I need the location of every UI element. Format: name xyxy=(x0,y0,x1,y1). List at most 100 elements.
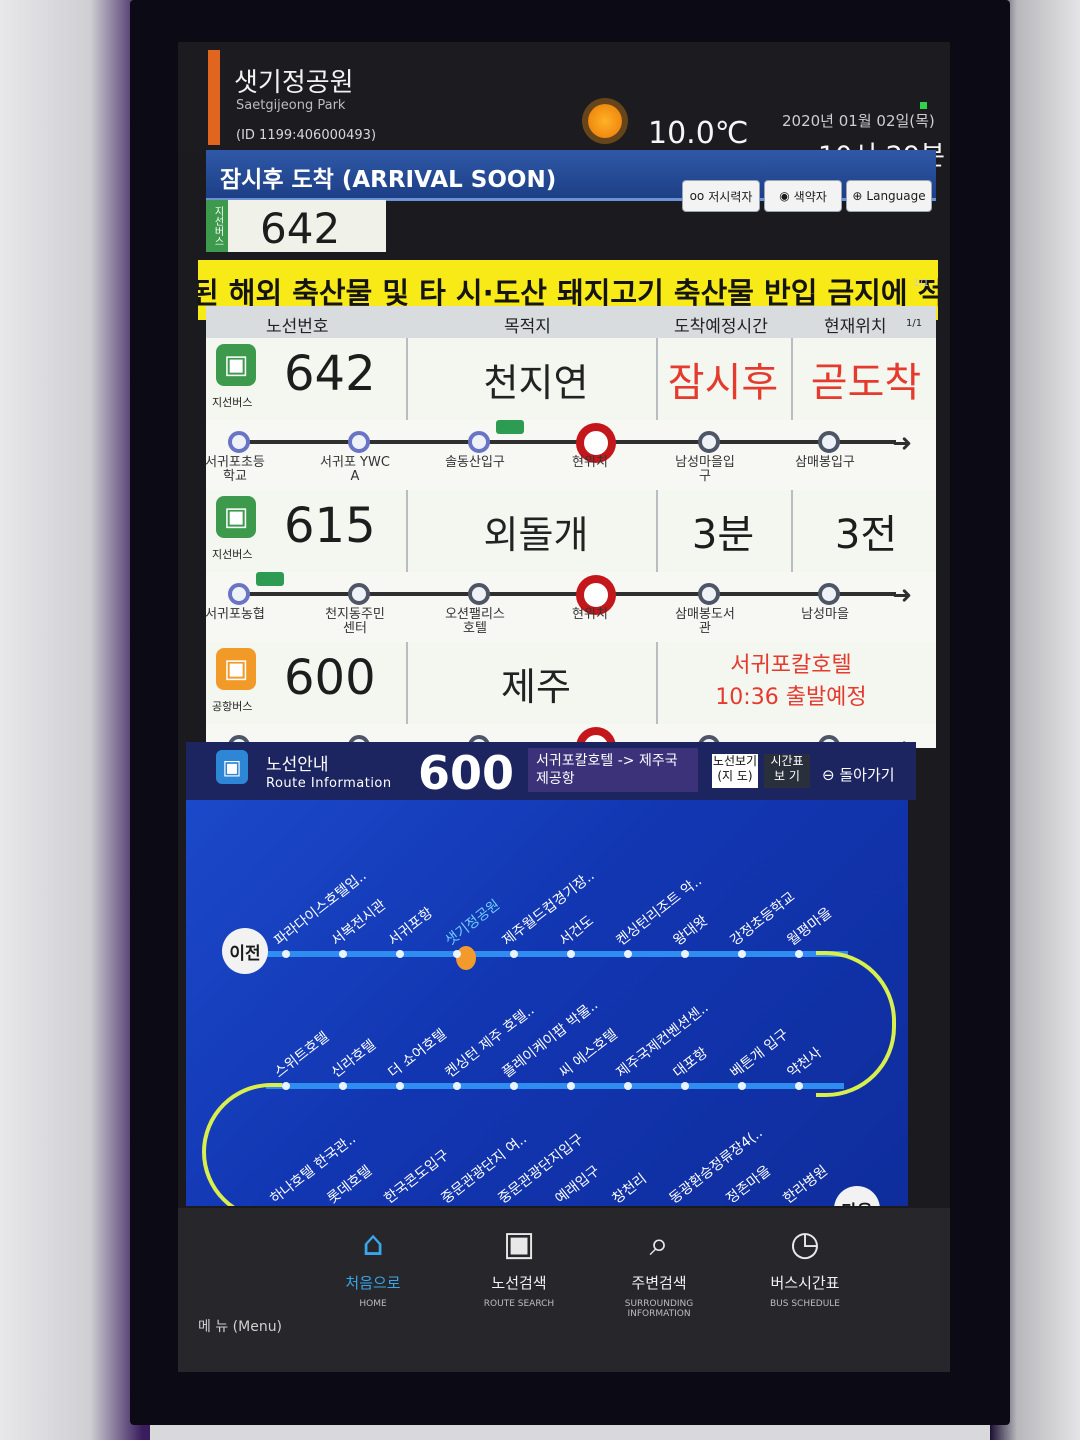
map-stop-label[interactable]: 롯데호텔 xyxy=(323,1161,376,1206)
map-stop-label[interactable]: 정존마을 xyxy=(722,1161,775,1206)
next-button[interactable]: 다음 xyxy=(834,1186,880,1206)
map-stop-label[interactable]: 스위트호텔 xyxy=(270,1027,333,1082)
route-direction: 서귀포칼호텔 -> 제주국제공항 xyxy=(528,748,698,792)
bus-icon: ▣ xyxy=(502,1224,536,1264)
current-position: 곧도착 xyxy=(810,360,922,406)
col-position: 현재위치 xyxy=(824,317,887,337)
stop-label: 남성마을 xyxy=(801,607,849,622)
eta: 3분 xyxy=(691,512,755,558)
back-arrow-icon: ⊖ xyxy=(822,766,835,784)
nav-label: 처음으로 xyxy=(345,1274,401,1292)
bus-icon: ▣ xyxy=(216,496,256,538)
stop-label: 현위치 xyxy=(572,455,608,470)
table-header: 노선번호 목적지 도착예정시간 현재위치 1/1 xyxy=(206,306,936,338)
route-line xyxy=(248,951,848,957)
bus-location-icon xyxy=(496,420,524,434)
stop-marker xyxy=(348,431,370,453)
table-row[interactable]: ▣ 지선버스 615 외돌개 3분 3전 xyxy=(206,490,936,574)
col-destination: 목적지 xyxy=(504,317,551,337)
arrival-soon-title: 잠시후 도착 (ARRIVAL SOON) xyxy=(220,167,557,193)
stop-label: 천지동주민 센터 xyxy=(325,607,385,636)
glasses-icon: oo xyxy=(689,189,705,203)
map-stop-label[interactable]: 베튼개 입구 xyxy=(726,1024,793,1082)
map-stop-marker xyxy=(795,950,803,958)
map-stop-marker xyxy=(738,1082,746,1090)
map-stop-label[interactable]: 한라병원 xyxy=(779,1161,832,1206)
map-stop-label[interactable]: 월평마을 xyxy=(783,903,836,950)
low-vision-label: 저시력자 xyxy=(708,189,753,204)
route-stops-642: ➜ 서귀포초등 학교 서귀포 YWC A 솔동산입구 현위치 남성마을입 구 삼… xyxy=(205,420,936,490)
stop-label: 현위치 xyxy=(572,607,608,622)
language-label: Language xyxy=(866,189,926,203)
ticker-page: 1/1 xyxy=(913,278,930,289)
route-map-button[interactable]: 노선보기 (지 도) xyxy=(712,754,758,788)
map-stop-marker xyxy=(624,1082,632,1090)
bus-type: 지선버스 xyxy=(212,396,253,409)
map-stop-marker xyxy=(795,1082,803,1090)
route-info-header: ▣ 노선안내 Route Information 600 서귀포칼호텔 -> 제… xyxy=(186,742,916,800)
eta-line: 서귀포칼호텔 xyxy=(730,653,852,678)
map-stop-label[interactable]: 왕대왓 xyxy=(669,910,712,950)
search-icon: ⌕ xyxy=(649,1224,669,1264)
destination: 제주 xyxy=(501,665,571,709)
date: 2020년 01월 02일(목) xyxy=(782,112,935,130)
stop-label: 삼매봉입구 xyxy=(795,455,855,470)
eta-line: 10:36 출발예정 xyxy=(715,685,867,710)
prev-button[interactable]: 이전 xyxy=(222,928,268,974)
bus-icon: ▣ xyxy=(216,648,256,690)
map-stop-label[interactable]: 플레이케이팝 박물.. xyxy=(498,995,602,1082)
stop-marker xyxy=(818,583,840,605)
map-stop-marker xyxy=(453,1082,461,1090)
stop-marker xyxy=(228,431,250,453)
map-stop-label[interactable]: 더 쇼어호텔 xyxy=(384,1024,451,1082)
route-number: 615 xyxy=(284,498,376,554)
bus-type: 지선버스 xyxy=(212,548,253,561)
map-stop-marker xyxy=(282,1082,290,1090)
table-row[interactable]: ▣ 공항버스 600 제주 서귀포칼호텔 10:36 출발예정 xyxy=(206,642,936,726)
back-button[interactable]: ⊖ 돌아가기 xyxy=(822,764,895,785)
divider xyxy=(406,642,408,724)
map-stop-label[interactable]: 서귀포항 xyxy=(384,903,437,950)
map-stop-label[interactable]: 샛기정공원 xyxy=(441,895,504,950)
nav-home[interactable]: ⌂ 처음으로 HOME xyxy=(318,1224,428,1309)
bus-type-tag: 지선버스 xyxy=(206,200,228,252)
nav-bus-schedule[interactable]: ◷ 버스시간표 BUS SCHEDULE xyxy=(750,1224,860,1309)
map-stop-label[interactable]: 신라호텔 xyxy=(327,1035,380,1082)
timetable-button[interactable]: 시간표 보 기 xyxy=(764,754,810,788)
map-stop-label[interactable]: 대포항 xyxy=(669,1042,712,1082)
menu-button[interactable]: 메 뉴 (Menu) xyxy=(198,1316,282,1336)
nav-surrounding-search[interactable]: ⌕ 주변검색 SURROUNDING INFORMATION xyxy=(604,1224,714,1319)
route-map: 이전 다음 파라다이스호텔입..서복전시관서귀포항샛기정공원제주월드컵경기장..… xyxy=(186,800,908,1206)
arrival-soon-bar: 잠시후 도착 (ARRIVAL SOON) oo 저시력자 ◉ 색약자 ⊕ La… xyxy=(206,150,936,212)
map-stop-marker xyxy=(510,950,518,958)
nav-sublabel: SURROUNDING INFORMATION xyxy=(624,1299,694,1319)
map-stop-marker xyxy=(738,950,746,958)
map-stop-label[interactable]: 예래입구 xyxy=(551,1161,604,1206)
stop-marker xyxy=(468,583,490,605)
nav-route-search[interactable]: ▣ 노선검색 ROUTE SEARCH xyxy=(464,1224,574,1309)
stop-marker xyxy=(228,583,250,605)
arrival-soon-route: 642 xyxy=(260,204,341,253)
stop-label: 서귀포초등 학교 xyxy=(205,455,265,484)
arrow-right-icon: ➜ xyxy=(892,429,913,457)
nav-label: 버스시간표 xyxy=(770,1274,840,1292)
col-eta: 도착예정시간 xyxy=(674,317,768,337)
map-stop-label[interactable]: 창천리 xyxy=(608,1168,651,1206)
route-info-subtitle: Route Information xyxy=(266,776,392,791)
map-stop-label[interactable]: 서건도 xyxy=(555,910,598,950)
route-number: 642 xyxy=(284,346,376,402)
low-vision-button[interactable]: oo 저시력자 xyxy=(682,180,760,212)
color-blind-label: 색약자 xyxy=(793,189,827,204)
col-route: 노선번호 xyxy=(266,317,329,337)
eta: 잠시후 xyxy=(667,360,779,406)
status-indicator xyxy=(920,102,927,109)
current-position: 3전 xyxy=(834,512,898,558)
home-icon: ⌂ xyxy=(362,1224,384,1264)
route-line xyxy=(266,1083,844,1089)
route-line xyxy=(236,592,896,596)
table-row[interactable]: ▣ 지선버스 642 천지연 잠시후 곧도착 xyxy=(206,338,936,422)
language-button[interactable]: ⊕ Language xyxy=(846,180,932,212)
route-info-title: 노선안내 xyxy=(266,755,329,775)
nav-sublabel: HOME xyxy=(359,1299,387,1309)
color-blind-button[interactable]: ◉ 색약자 xyxy=(764,180,842,212)
